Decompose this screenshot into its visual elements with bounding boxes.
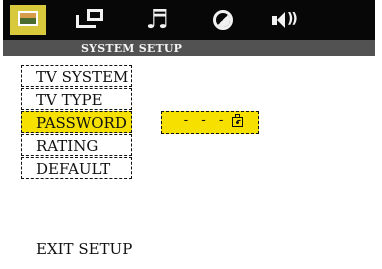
menu-item-password[interactable]: PASSWORD — [21, 111, 132, 133]
menu-item-default[interactable]: DEFAULT — [21, 157, 132, 179]
tab-preferences[interactable] — [205, 5, 241, 35]
section-header-bar: SYSTEM SETUP — [3, 40, 375, 56]
tab-tv-display[interactable] — [73, 5, 109, 35]
setup-screen-icon — [18, 11, 38, 26]
menu-item-rating[interactable]: RATING — [21, 134, 132, 156]
top-menu-bar: ♬ )) — [3, 0, 375, 40]
audio-note-icon: ♬ — [145, 5, 169, 35]
setup-menu-list: TV SYSTEM TV TYPE PASSWORD RATING DEFAUL… — [21, 65, 132, 179]
tv-display-icon — [73, 5, 107, 35]
exit-setup-button[interactable]: EXIT SETUP — [36, 240, 132, 258]
menu-item-tv-system[interactable]: TV SYSTEM — [21, 65, 132, 87]
password-field[interactable]: - - - - — [161, 111, 259, 134]
page-title: SYSTEM SETUP — [81, 42, 183, 55]
speaker-icon: )) — [268, 5, 308, 35]
tab-speaker[interactable]: )) — [268, 5, 304, 35]
menu-item-tv-type[interactable]: TV TYPE — [21, 88, 132, 110]
lock-icon — [232, 114, 243, 127]
preferences-icon — [213, 10, 233, 30]
tab-audio[interactable]: ♬ — [139, 5, 175, 35]
tab-system-setup[interactable] — [10, 5, 46, 35]
